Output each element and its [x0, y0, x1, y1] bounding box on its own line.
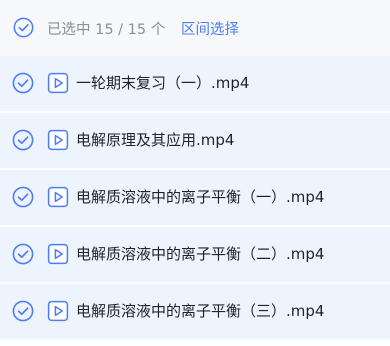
video-file-icon: [47, 129, 69, 151]
file-name: 电解质溶液中的离子平衡（三）.mp4: [76, 302, 325, 320]
selected-count: 15: [95, 22, 114, 38]
file-list-item[interactable]: 电解质溶液中的离子平衡（一）.mp4: [0, 170, 390, 226]
video-file-icon: [47, 300, 69, 322]
video-file-icon: [47, 186, 69, 208]
file-name: 电解原理及其应用.mp4: [76, 131, 235, 149]
check-circle-icon[interactable]: [12, 300, 34, 322]
file-list-item[interactable]: 一轮期末复习（一）.mp4: [0, 56, 390, 112]
file-list-item[interactable]: 电解质溶液中的离子平衡（二）.mp4: [0, 227, 390, 283]
count-unit: 个: [146, 22, 166, 38]
video-file-icon: [47, 243, 69, 265]
total-count: 15: [127, 22, 147, 38]
video-file-icon: [47, 72, 69, 94]
check-circle-icon[interactable]: [12, 186, 34, 208]
selected-prefix: 已选中: [47, 22, 96, 38]
file-selection-panel: 已选中 15 / 15 个 区间选择 一轮期末复习（一）.mp4 电解原理及其应用…: [0, 0, 390, 346]
selection-header: 已选中 15 / 15 个 区间选择: [0, 0, 390, 56]
file-list-item[interactable]: 电解原理及其应用.mp4: [0, 113, 390, 169]
check-circle-icon[interactable]: [12, 243, 34, 265]
file-name: 电解质溶液中的离子平衡（一）.mp4: [76, 188, 325, 206]
range-select-link[interactable]: 区间选择: [181, 20, 239, 40]
select-all-check-icon[interactable]: [13, 17, 34, 38]
count-separator: /: [113, 22, 128, 38]
selection-count: 已选中 15 / 15 个: [47, 20, 165, 40]
file-name: 一轮期末复习（一）.mp4: [76, 74, 250, 92]
check-circle-icon[interactable]: [12, 129, 34, 151]
file-name: 电解质溶液中的离子平衡（二）.mp4: [76, 245, 325, 263]
check-circle-icon[interactable]: [12, 72, 34, 94]
file-list-item[interactable]: 电解质溶液中的离子平衡（三）.mp4: [0, 284, 390, 340]
